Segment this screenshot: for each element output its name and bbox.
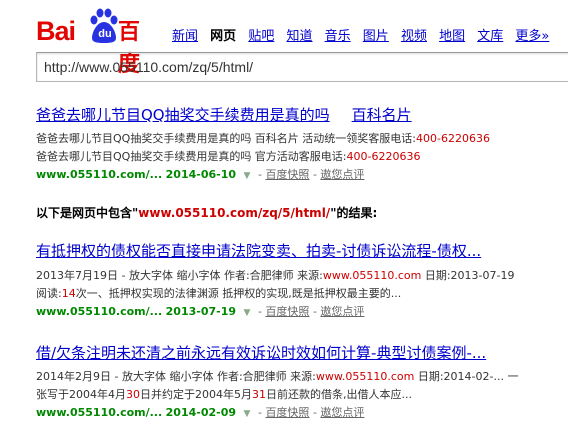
result-item: 爸爸去哪儿节目QQ抽奖交手续费用是真的吗 百科名片 爸爸去哪儿节目QQ抽奖交手续费… (36, 106, 568, 185)
dropdown-arrow-icon[interactable]: ▼ (244, 308, 251, 318)
nav-more[interactable]: 更多» (515, 25, 549, 44)
review-link[interactable]: 遨您点评 (320, 406, 364, 419)
cache-link[interactable]: 百度快照 (265, 406, 309, 419)
review-link[interactable]: 遨您点评 (320, 168, 364, 181)
nav-web[interactable]: 网页 (210, 25, 236, 44)
result-url: www.055110.com/... (36, 168, 163, 181)
top-nav: 新闻 网页 贴吧 知道 音乐 图片 视频 地图 文库 更多» (172, 25, 557, 44)
result-meta: www.055110.com/... 2013-07-19 ▼ - 百度快照 -… (36, 305, 365, 318)
search-box[interactable] (36, 52, 568, 82)
result-meta: www.055110.com/... 2014-06-10 ▼ - 百度快照 -… (36, 168, 365, 181)
result-snippet: 爸爸去哪儿节目QQ抽奖交手续费用是真的吗 百科名片 活动统一领奖客服电话:400… (36, 132, 490, 145)
nav-video[interactable]: 视频 (401, 25, 427, 44)
cache-link[interactable]: 百度快照 (265, 305, 309, 318)
baidu-logo[interactable]: Bai du 百度 (36, 6, 154, 77)
result-snippet: 爸爸去哪儿节目QQ抽奖交手续费用是真的吗 官方活动客服电话:400-622063… (36, 150, 421, 163)
nav-images[interactable]: 图片 (363, 25, 389, 44)
logo-bai-text: Bai (36, 16, 76, 46)
result-url: www.055110.com/... (36, 406, 163, 419)
result-item: 借/欠条注明未还清之前永远有效诉讼时效如何计算-典型讨债案例-... 2014年… (36, 344, 568, 423)
result-title[interactable]: 有抵押权的债权能否直接申请法院变卖、拍卖-讨债诉讼流程-债权... (36, 242, 568, 261)
result-title[interactable]: 爸爸去哪儿节目QQ抽奖交手续费用是真的吗 百科名片 (36, 106, 568, 125)
result-item: 有抵押权的债权能否直接申请法院变卖、拍卖-讨债诉讼流程-债权... 2013年7… (36, 242, 568, 322)
result-date: 2014-02-09 (165, 406, 237, 419)
result-url: www.055110.com/... (36, 305, 163, 318)
result-date: 2013-07-19 (165, 305, 237, 318)
result-snippet: 2013年7月19日 - 放大字体 缩小字体 作者:合肥律师 来源:www.05… (36, 269, 515, 282)
nav-map[interactable]: 地图 (439, 25, 465, 44)
logo-du-text: du (98, 28, 112, 40)
cache-link[interactable]: 百度快照 (265, 168, 309, 181)
nav-news[interactable]: 新闻 (172, 25, 198, 44)
result-snippet: 2014年2月9日 - 放大字体 缩小字体 作者:合肥律师 来源:www.055… (36, 370, 519, 383)
notice-text: 以下是网页中包含"www.055110.com/zq/5/html/"的结果: (36, 206, 378, 220)
nav-music[interactable]: 音乐 (325, 25, 351, 44)
result-title[interactable]: 借/欠条注明未还清之前永远有效诉讼时效如何计算-典型讨债案例-... (36, 344, 568, 363)
dropdown-arrow-icon[interactable]: ▼ (244, 171, 251, 181)
review-link[interactable]: 遨您点评 (320, 305, 364, 318)
result-snippet: 张写于2004年4月30日并约定于2004年5月31日前还款的借条,出借人本应.… (36, 388, 412, 401)
result-meta: www.055110.com/... 2014-02-09 ▼ - 百度快照 -… (36, 406, 365, 419)
nav-wenku[interactable]: 文库 (477, 25, 503, 44)
nav-tieba[interactable]: 贴吧 (248, 25, 274, 44)
result-date: 2014-06-10 (165, 168, 237, 181)
dropdown-arrow-icon[interactable]: ▼ (244, 409, 251, 419)
search-input[interactable] (44, 59, 564, 75)
result-snippet: 阅读:14次一、抵押权实现的法律渊源 抵押权的实现,既是抵押权最主要的... (36, 287, 402, 300)
nav-zhidao[interactable]: 知道 (286, 25, 312, 44)
